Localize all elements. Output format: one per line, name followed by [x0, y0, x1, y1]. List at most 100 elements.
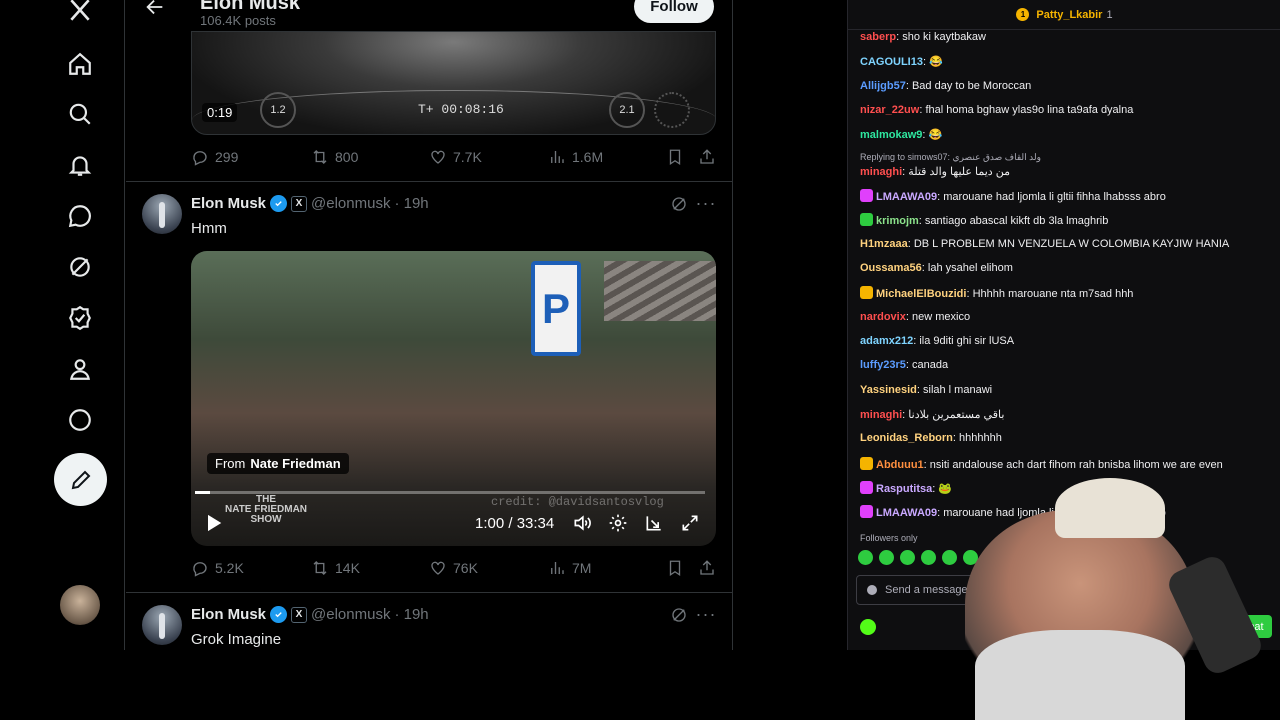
chat-message: Oussama56: lah ysahel elihom [860, 262, 1013, 274]
reply-button[interactable]: 5.2K [191, 559, 244, 577]
share-button[interactable] [698, 559, 716, 577]
chat-username[interactable]: minaghi [860, 166, 902, 178]
chat-message: luffy23r5: canada [860, 359, 949, 371]
streamer-webcam [885, 470, 1280, 720]
bookmark-button[interactable] [666, 148, 684, 166]
views-button[interactable]: 7M [548, 559, 591, 577]
chat-message: Yassinesid: silah l manawi [860, 384, 993, 396]
account-avatar[interactable] [60, 585, 100, 625]
tweet-timestamp[interactable]: · 19h [394, 195, 428, 212]
more-dots-icon[interactable]: ··· [696, 193, 716, 213]
play-button[interactable] [203, 513, 223, 538]
bookmark-button[interactable] [666, 559, 684, 577]
chat-text: santiago abascal kikft db 3la lmaghrib [924, 215, 1109, 227]
subscriber-badge-icon [860, 505, 873, 518]
chat-message: minaghi: باقي مستعمرين بلادنا [860, 409, 1005, 421]
chat-text: Hhhhh marouane nta m7sad hhh [972, 288, 1134, 300]
grok-explain-icon[interactable] [670, 606, 688, 624]
grok-icon[interactable] [66, 253, 94, 281]
home-icon[interactable] [66, 50, 94, 78]
chat-text: 😂 [929, 56, 943, 68]
tweet-video-player[interactable]: P From Nate Friedman THE NATE FRIEDMAN SHO… [191, 251, 716, 546]
chat-text: fhal homa bghaw ylas9o lina ta9afa dyaln… [925, 104, 1134, 116]
repost-button[interactable]: 800 [311, 148, 358, 166]
volume-button[interactable] [572, 513, 592, 538]
views-button[interactable]: 1.6M [548, 148, 603, 166]
settings-button[interactable] [608, 513, 628, 538]
reply-button[interactable]: 299 [191, 148, 238, 166]
chat-username[interactable]: nardovix [860, 311, 906, 323]
loading-spinner-icon [654, 92, 690, 128]
cap [1055, 478, 1165, 538]
like-button[interactable]: 76K [429, 559, 478, 577]
views-chart-icon [551, 151, 564, 163]
tweet-author-avatar[interactable] [142, 605, 182, 645]
chat-text: DB L PROBLEM MN VENZUELA W COLOMBIA KAYJ… [913, 238, 1230, 250]
like-button[interactable]: 7.7K [429, 148, 482, 166]
parking-sign-image: P [531, 261, 581, 356]
chat-username[interactable]: saberp [860, 31, 896, 43]
chat-username[interactable]: minaghi [860, 409, 902, 421]
grok-explain-icon[interactable] [670, 195, 688, 213]
video-progress-bar[interactable] [195, 491, 705, 494]
more-dots-icon[interactable]: ··· [696, 604, 716, 624]
chat-message: saberp: sho ki kaytbakaw [860, 31, 986, 43]
chat-username[interactable]: LMAAWA09 [876, 191, 937, 203]
notifications-bell-icon[interactable] [66, 151, 94, 179]
altitude-gauge: 1.2 [260, 92, 296, 128]
pinned-count: 1 [1106, 8, 1113, 21]
tweet-author-name[interactable]: Elon Musk [191, 195, 266, 212]
reply-context: Replying to simows07: ولد القاف صدق عنصر… [860, 152, 1041, 162]
from-label: From [215, 456, 246, 471]
picture-in-picture-icon [646, 516, 661, 531]
kick-logo-icon[interactable] [860, 619, 876, 635]
chat-username[interactable]: Oussama56 [860, 262, 922, 274]
back-arrow-icon[interactable] [144, 0, 166, 18]
video-source-tag[interactable]: From Nate Friedman [207, 453, 349, 474]
repost-button[interactable]: 14K [311, 559, 360, 577]
chat-username[interactable]: MichaelElBouzidi [876, 288, 966, 300]
profile-posts-count: 106.4K posts [200, 13, 276, 28]
tweet-divider [126, 592, 732, 593]
chat-text: silah l manawi [923, 384, 993, 396]
emote-icon[interactable] [858, 550, 873, 565]
compose-post-button[interactable] [54, 453, 107, 506]
tweet-author-name[interactable]: Elon Musk [191, 606, 266, 623]
chat-username[interactable]: Allijgb57 [860, 80, 906, 92]
bookmark-icon [669, 560, 681, 577]
x-logo-icon[interactable] [66, 0, 94, 24]
follow-button[interactable]: Follow [634, 0, 714, 23]
fullscreen-button[interactable] [680, 513, 700, 538]
pinned-banner[interactable]: 1 Patty_Lkabir 1 [848, 0, 1280, 30]
tweet-timestamp[interactable]: · 19h [394, 606, 428, 623]
chat-username[interactable]: adamx212 [860, 335, 913, 347]
chat-text: new mexico [911, 311, 971, 323]
chat-username[interactable]: luffy23r5 [860, 359, 906, 371]
subscriber-badge-icon [860, 457, 873, 470]
search-icon[interactable] [66, 100, 94, 128]
messages-icon[interactable] [66, 202, 94, 230]
chat-username[interactable]: nizar_22uw [860, 104, 919, 116]
chat-username[interactable]: Leonidas_Reborn [860, 432, 953, 444]
more-options-icon[interactable] [66, 406, 94, 434]
chat-text: lah ysahel elihom [927, 262, 1013, 274]
share-button[interactable] [698, 148, 716, 166]
chat-username[interactable]: CAGOULI13 [860, 56, 923, 68]
verified-orgs-icon[interactable] [66, 304, 94, 332]
volume-icon [574, 515, 591, 531]
chat-username[interactable]: malmokaw9 [860, 129, 922, 141]
tweet-author-handle[interactable]: @elonmusk [311, 195, 390, 212]
chat-username[interactable]: Yassinesid [860, 384, 917, 396]
subscriber-badge-icon [860, 189, 873, 202]
chat-username[interactable]: krimojm [876, 215, 919, 227]
chat-text: canada [911, 359, 949, 371]
tweet-author-handle[interactable]: @elonmusk [311, 606, 390, 623]
tweet-author-avatar[interactable] [142, 194, 182, 234]
pip-button[interactable] [644, 513, 664, 538]
profile-icon[interactable] [66, 355, 94, 383]
chat-username[interactable]: H1mzaaa [860, 238, 908, 250]
tweet-video-launch[interactable]: 0:19 1.2 T+ 00:08:16 2.1 [191, 31, 716, 135]
reply-icon [193, 151, 207, 166]
chat-message: H1mzaaa: DB L PROBLEM MN VENZUELA W COLO… [860, 238, 1230, 250]
chat-message: minaghi: من ديما عليها والد قتلة [860, 166, 1011, 178]
